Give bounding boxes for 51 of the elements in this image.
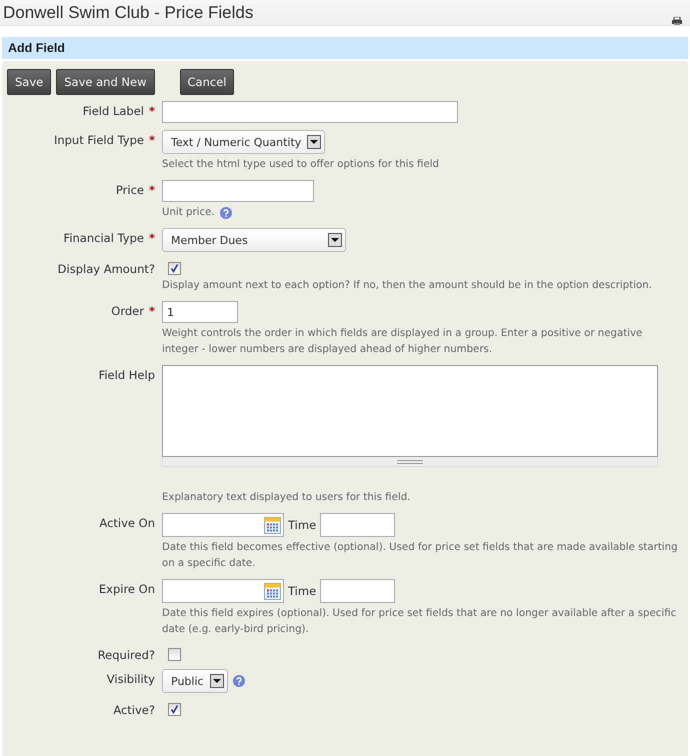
text-field[interactable]	[162, 101, 458, 123]
help-text: Explanatory text displayed to users for this field.	[162, 491, 410, 505]
time-field[interactable]	[320, 513, 396, 537]
checkbox[interactable]	[168, 703, 181, 716]
help-icon[interactable]	[220, 207, 232, 219]
form-button[interactable]: Save and New	[56, 69, 154, 95]
checkbox[interactable]	[168, 648, 181, 661]
required-mark: *	[148, 231, 155, 245]
required-mark: *	[148, 304, 155, 318]
section-header: Add Field	[2, 37, 688, 59]
text-field[interactable]	[162, 180, 314, 202]
field-label: Order	[111, 304, 144, 318]
field-label: Input Field Type	[54, 133, 144, 147]
help-text: Unit price.	[162, 206, 215, 220]
dropdown[interactable]: Member Dues	[162, 228, 346, 252]
checkbox[interactable]	[168, 262, 181, 275]
required-mark: *	[148, 133, 155, 147]
dropdown[interactable]: Public	[162, 669, 228, 693]
field-label: Financial Type	[64, 231, 144, 245]
required-mark: *	[148, 183, 155, 197]
help-text: Weight controls the order in which fields are displayed in a group. Enter a positive or negative integer - lower numbers are displayed ahead of higher numbers.	[162, 327, 644, 357]
help-text: Date this field expires (optional). Used for price set fields that are no longer available after a specific date (e.g. early-bird pricing).	[162, 607, 678, 637]
form-button[interactable]: Cancel	[180, 69, 234, 95]
calendar-icon[interactable]	[264, 583, 281, 600]
time-label: Time	[288, 518, 316, 532]
field-label: Field Help	[98, 368, 155, 382]
field-label: Required?	[98, 648, 155, 662]
time-label: Time	[288, 584, 316, 598]
form-button[interactable]: Save	[7, 69, 52, 95]
page-title: Donwell Swim Club - Price Fields	[3, 3, 254, 23]
help-icon[interactable]	[232, 675, 245, 687]
dropdown[interactable]: Text / Numeric Quantity	[162, 130, 326, 154]
resize-handle[interactable]	[162, 457, 658, 467]
date-field[interactable]	[162, 513, 284, 537]
calendar-icon[interactable]	[264, 517, 281, 534]
required-mark: *	[148, 104, 155, 118]
field-label: Field Label	[82, 104, 144, 118]
field-label: Active?	[113, 703, 155, 717]
help-text: Display amount next to each option? If no, then the amount should be in the option description.	[162, 279, 652, 293]
time-field[interactable]	[320, 579, 396, 603]
printer-icon[interactable]	[672, 17, 682, 25]
field-label: Expire On	[98, 582, 155, 596]
field-label: Display Amount?	[58, 262, 155, 276]
help-text: Date this field becomes effective (optional). Used for price set fields that are made available starting on a specific date.	[162, 541, 679, 571]
help-textarea[interactable]	[162, 365, 658, 457]
date-field[interactable]	[162, 579, 284, 603]
field-label: Active On	[99, 516, 155, 530]
field-label: Visibility	[106, 672, 155, 686]
text-field[interactable]: 1	[162, 301, 238, 323]
help-text: Select the html type used to offer options for this field	[162, 158, 440, 172]
field-label: Price	[116, 183, 144, 197]
